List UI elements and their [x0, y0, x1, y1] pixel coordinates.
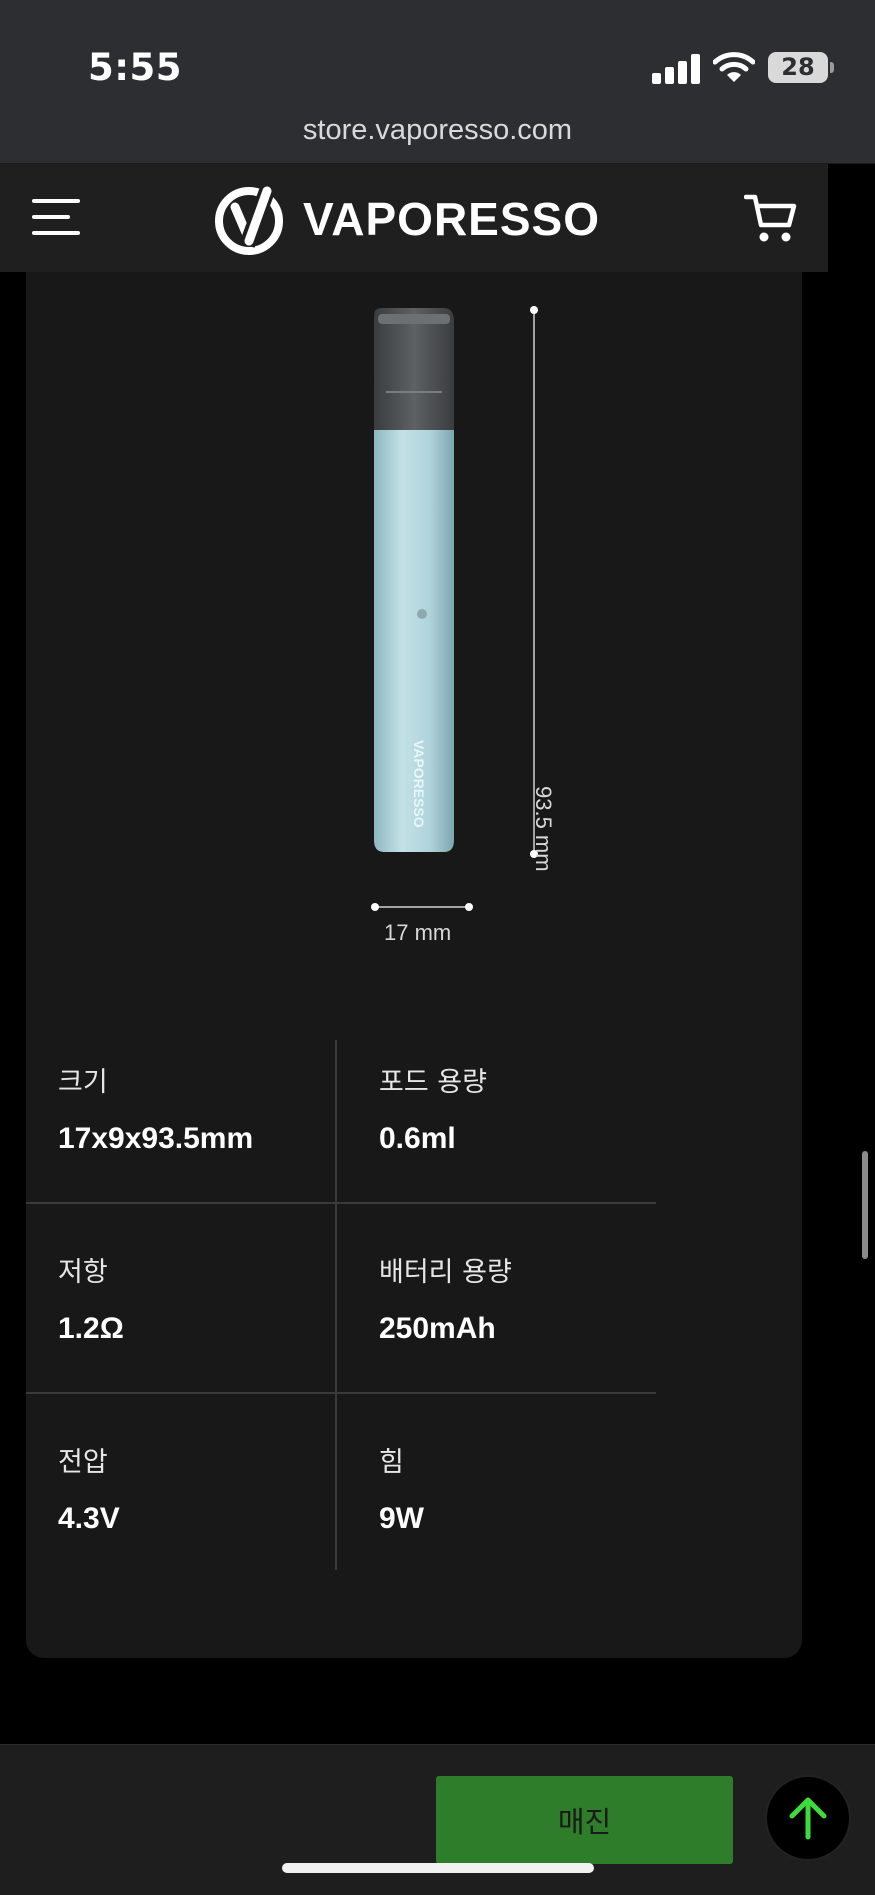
specs-divider-vertical [335, 1040, 337, 1570]
spec-label-pod-capacity: 포드 용량 [379, 1067, 487, 1098]
spec-label-battery-capacity: 배터리 용량 [379, 1257, 512, 1288]
device-brand-text: VAPORESSO [411, 740, 427, 828]
brand-name: VAPORESSO [303, 193, 600, 245]
specs-divider-row-1 [26, 1202, 656, 1204]
spec-value-resistance: 1.2Ω [58, 1312, 124, 1345]
brand-logo[interactable]: VAPORESSO [213, 182, 600, 256]
height-dimension-label: 93.5 mm [531, 786, 556, 872]
status-time: 5:55 [88, 46, 183, 89]
spec-value-battery-capacity: 250mAh [379, 1312, 496, 1345]
arrow-up-icon [789, 1797, 827, 1840]
wifi-icon [713, 52, 755, 82]
scroll-to-top-button[interactable] [765, 1775, 851, 1861]
width-dimension-label: 17 mm [384, 920, 452, 945]
spec-value-power: 9W [379, 1502, 424, 1535]
spec-label-size: 크기 [58, 1067, 108, 1098]
product-specs-card: VAPORESSO 93.5 mm 17 mm 크기 17x9x93.5mm 포… [26, 272, 802, 1658]
specs-divider-row-2 [26, 1392, 656, 1394]
vaporesso-logo-icon [215, 186, 283, 255]
page-scrollbar[interactable] [862, 1151, 868, 1259]
page-gutter [828, 164, 875, 1744]
battery-indicator: 28 [768, 52, 834, 83]
product-image: VAPORESSO [371, 306, 538, 911]
url-text[interactable]: store.vaporesso.com [0, 114, 875, 147]
spec-value-size: 17x9x93.5mm [58, 1122, 254, 1155]
status-bar: 5:55 28 [0, 0, 875, 100]
address-bar[interactable]: store.vaporesso.com [0, 100, 875, 164]
cart-icon[interactable] [744, 192, 798, 244]
sold-out-button[interactable]: 매진 [436, 1776, 733, 1864]
spec-label-voltage: 전압 [58, 1447, 108, 1478]
spec-value-pod-capacity: 0.6ml [379, 1122, 456, 1155]
spec-label-resistance: 저항 [58, 1257, 108, 1288]
cellular-signal-icon [652, 54, 700, 84]
hamburger-menu-icon[interactable] [32, 197, 82, 237]
home-indicator[interactable] [282, 1863, 594, 1873]
spec-value-voltage: 4.3V [58, 1502, 120, 1535]
site-header: VAPORESSO [0, 164, 828, 272]
spec-label-power: 힘 [379, 1447, 404, 1478]
